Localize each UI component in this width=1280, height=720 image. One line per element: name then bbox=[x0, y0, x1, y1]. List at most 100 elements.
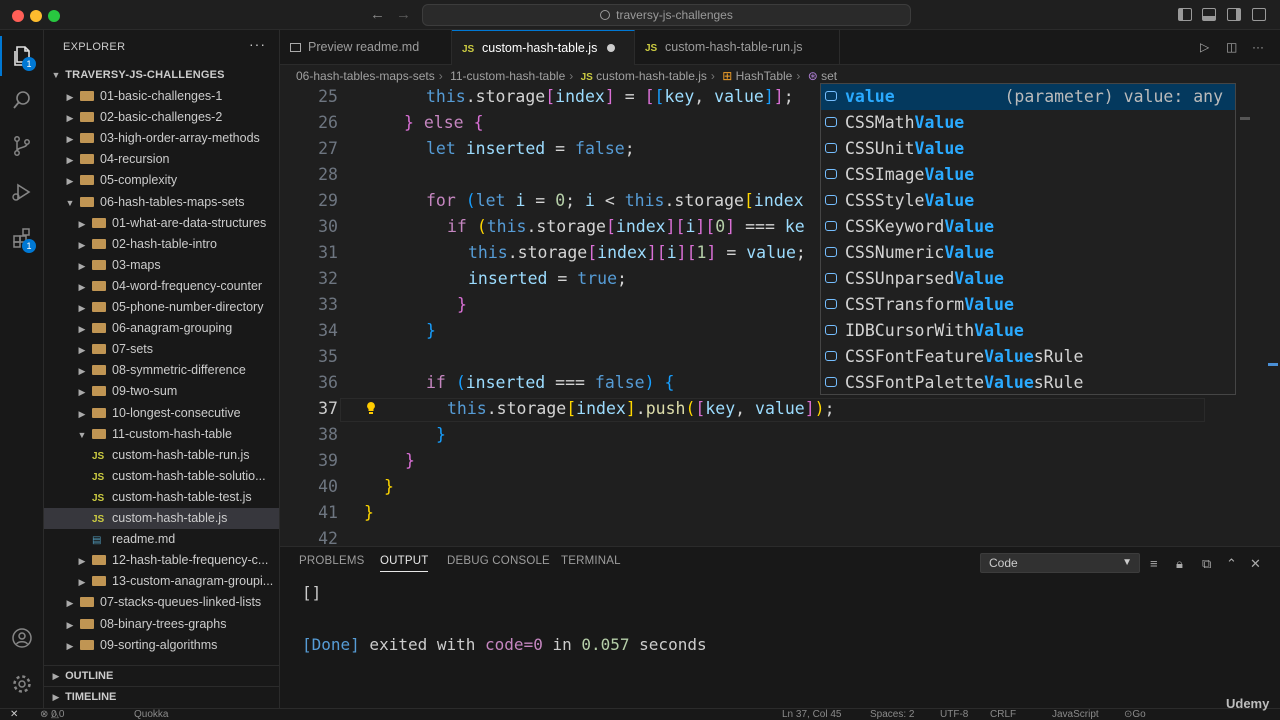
outline-section[interactable]: ▶ OUTLINE bbox=[44, 665, 279, 686]
breadcrumb-item[interactable]: 11-custom-hash-table bbox=[450, 69, 565, 83]
more-actions-icon[interactable]: ··· bbox=[249, 36, 266, 52]
command-center-search[interactable]: traversy-js-challenges bbox=[422, 4, 911, 26]
split-editor-icon[interactable]: ◫ bbox=[1226, 40, 1237, 54]
timeline-section[interactable]: ▶ TIMELINE bbox=[44, 686, 279, 707]
clear-output-icon[interactable]: ≡ bbox=[1150, 556, 1158, 571]
maximize-panel-icon[interactable]: ⌃ bbox=[1226, 556, 1237, 572]
forward-arrow-icon[interactable]: → bbox=[396, 6, 411, 23]
suggestion-prefix: CSSTransform bbox=[845, 295, 965, 314]
tab-terminal[interactable]: TERMINAL bbox=[561, 555, 621, 567]
close-window-button[interactable] bbox=[12, 10, 24, 22]
tree-folder[interactable]: ▶ 08-symmetric-difference bbox=[44, 360, 279, 381]
tree-folder[interactable]: ▼ 11-custom-hash-table bbox=[44, 424, 279, 445]
tree-folder[interactable]: ▶ 10-longest-consecutive bbox=[44, 403, 279, 424]
tree-folder[interactable]: ▶ 09-two-sum bbox=[44, 381, 279, 402]
manage-activity[interactable] bbox=[0, 664, 44, 704]
tree-folder[interactable]: ▶ 13-custom-anagram-groupi... bbox=[44, 571, 279, 592]
chevron-right-icon: ▶ bbox=[78, 408, 86, 419]
search-activity[interactable] bbox=[0, 80, 44, 120]
end-of-line[interactable]: CRLF bbox=[990, 709, 1016, 720]
more-actions-icon[interactable]: ··· bbox=[1252, 40, 1264, 54]
tree-folder[interactable]: ▶ 01-what-are-data-structures bbox=[44, 213, 279, 234]
tree-folder[interactable]: ▶ 02-basic-challenges-2 bbox=[44, 107, 279, 128]
suggestion-item[interactable]: CSSStyleValue bbox=[821, 188, 1235, 214]
suggestion-item[interactable]: CSSFontFeatureValuesRule bbox=[821, 344, 1235, 370]
suggestion-item[interactable]: CSSFontPaletteValuesRule bbox=[821, 370, 1235, 396]
breadcrumb-item[interactable]: custom-hash-table.js bbox=[596, 69, 707, 83]
tab-custom-hash-table[interactable]: JS custom-hash-table.js bbox=[452, 30, 635, 65]
folder-icon bbox=[80, 639, 94, 650]
suggestion-prefix: CSSNumeric bbox=[845, 243, 945, 262]
workspace-root[interactable]: ▼ TRAVERSY-JS-CHALLENGES bbox=[44, 65, 279, 86]
extensions-badge: 1 bbox=[22, 239, 36, 253]
toggle-panel-icon[interactable] bbox=[1202, 8, 1216, 21]
tree-folder[interactable]: ▶ 07-stacks-queues-linked-lists bbox=[44, 592, 279, 613]
quokka-status[interactable]: Quokka bbox=[134, 709, 168, 720]
suggestion-item[interactable]: IDBCursorWithValue bbox=[821, 318, 1235, 344]
tree-folder[interactable]: ▶ 04-recursion bbox=[44, 149, 279, 170]
tree-folder[interactable]: ▶ 03-maps bbox=[44, 255, 279, 276]
encoding[interactable]: UTF-8 bbox=[940, 709, 968, 720]
breadcrumb-item[interactable]: 06-hash-tables-maps-sets bbox=[296, 69, 435, 83]
unsaved-dot-icon[interactable] bbox=[607, 44, 616, 52]
breadcrumb-item[interactable]: set bbox=[821, 69, 837, 83]
tree-folder[interactable]: ▶ 03-high-order-array-methods bbox=[44, 128, 279, 149]
output-channel-select[interactable]: Code ▼ bbox=[980, 553, 1140, 573]
toggle-sidebar-icon[interactable] bbox=[1178, 8, 1192, 21]
suggestion-item[interactable]: CSSNumericValue bbox=[821, 240, 1235, 266]
close-panel-icon[interactable]: ✕ bbox=[1250, 556, 1261, 572]
tree-folder[interactable]: ▶ 04-word-frequency-counter bbox=[44, 276, 279, 297]
tree-folder[interactable]: ▶ 01-basic-challenges-1 bbox=[44, 86, 279, 107]
indentation[interactable]: Spaces: 2 bbox=[870, 709, 914, 720]
suggestion-item[interactable]: CSSMathValue bbox=[821, 110, 1235, 136]
toggle-secondary-sidebar-icon[interactable] bbox=[1227, 8, 1241, 21]
breadcrumb-item[interactable]: HashTable bbox=[736, 69, 793, 83]
tree-folder[interactable]: ▶ 09-sorting-algorithms bbox=[44, 635, 279, 656]
tab-custom-hash-table-run[interactable]: JS custom-hash-table-run.js bbox=[635, 30, 840, 65]
go-live-button[interactable]: ⊙ Go Live bbox=[1124, 709, 1146, 720]
chevron-right-icon: ▶ bbox=[78, 387, 86, 398]
tab-debug-console[interactable]: DEBUG CONSOLE bbox=[447, 555, 550, 567]
tree-folder[interactable]: ▶ 05-complexity bbox=[44, 170, 279, 191]
remote-icon[interactable]: ✕ bbox=[10, 709, 18, 720]
tree-folder[interactable]: ▼ 06-hash-tables-maps-sets bbox=[44, 192, 279, 213]
cursor-position[interactable]: Ln 37, Col 45 bbox=[782, 709, 842, 720]
tree-file[interactable]: JS custom-hash-table-test.js bbox=[44, 487, 279, 508]
suggestion-item[interactable]: CSSImageValue bbox=[821, 162, 1235, 188]
tree-folder[interactable]: ▶ 05-phone-number-directory bbox=[44, 297, 279, 318]
accounts-activity[interactable] bbox=[0, 618, 44, 658]
tree-folder[interactable]: ▶ 02-hash-table-intro bbox=[44, 234, 279, 255]
tab-output[interactable]: OUTPUT bbox=[380, 555, 429, 572]
run-code-icon[interactable]: ▷ bbox=[1200, 40, 1209, 54]
suggestion-item[interactable]: CSSTransformValue bbox=[821, 292, 1235, 318]
tree-folder[interactable]: ▶ 12-hash-table-frequency-c... bbox=[44, 550, 279, 571]
tab-problems[interactable]: PROBLEMS bbox=[299, 555, 365, 567]
tree-file[interactable]: ▤ readme.md bbox=[44, 529, 279, 550]
back-arrow-icon[interactable]: ← bbox=[370, 6, 385, 23]
language-mode[interactable]: JavaScript bbox=[1052, 709, 1099, 720]
run-debug-activity[interactable] bbox=[0, 172, 44, 212]
minimize-window-button[interactable] bbox=[30, 10, 42, 22]
folder-open-icon bbox=[92, 428, 106, 439]
tree-folder[interactable]: ▶ 08-binary-trees-graphs bbox=[44, 614, 279, 635]
source-control-activity[interactable] bbox=[0, 126, 44, 166]
tab-preview-readme[interactable]: Preview readme.md bbox=[280, 30, 452, 65]
explorer-activity[interactable]: 1 bbox=[0, 36, 44, 76]
suggestion-item[interactable]: CSSKeywordValue bbox=[821, 214, 1235, 240]
tree-folder[interactable]: ▶ 07-sets bbox=[44, 339, 279, 360]
lock-icon[interactable]: 🔒︎ bbox=[1176, 556, 1183, 572]
suggestion-item[interactable]: CSSUnparsedValue bbox=[821, 266, 1235, 292]
extensions-activity[interactable]: 1 bbox=[0, 218, 44, 258]
tree-file[interactable]: JS custom-hash-table-run.js bbox=[44, 445, 279, 466]
open-in-editor-icon[interactable]: ⧉ bbox=[1202, 556, 1211, 572]
maximize-window-button[interactable] bbox=[48, 10, 60, 22]
status-bar: ✕ ⊗ 0 △ 0 Quokka Ln 37, Col 45 Spaces: 2… bbox=[0, 708, 1280, 720]
suggestion-item[interactable]: CSSUnitValue bbox=[821, 136, 1235, 162]
tree-folder[interactable]: ▶ 06-anagram-grouping bbox=[44, 318, 279, 339]
error-count[interactable]: ⊗ 0 △ 0 bbox=[40, 709, 64, 720]
customize-layout-icon[interactable] bbox=[1252, 8, 1266, 21]
minimap-marker bbox=[1268, 363, 1278, 366]
tree-file[interactable]: JS custom-hash-table.js bbox=[44, 508, 279, 529]
tree-file[interactable]: JS custom-hash-table-solutio... bbox=[44, 466, 279, 487]
class-icon: ⊞ bbox=[722, 69, 733, 83]
